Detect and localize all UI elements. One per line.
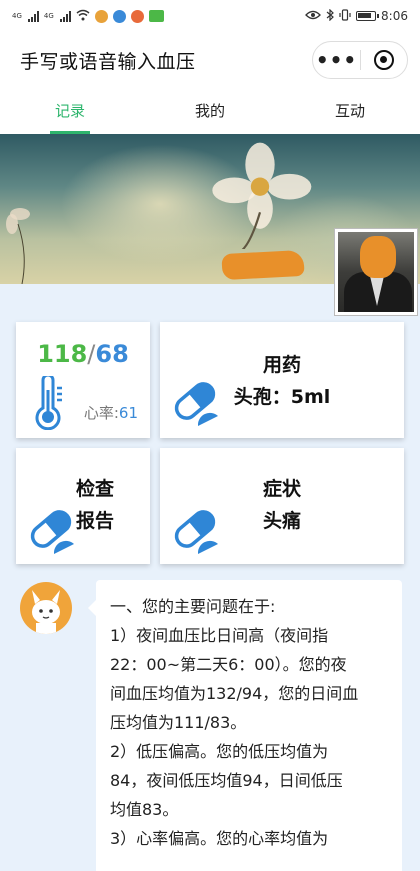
pill-icon bbox=[26, 504, 76, 558]
message-line: 84，夜间低压均值94，日间低压 bbox=[110, 771, 343, 790]
symptom-card[interactable]: 症状 头痛 bbox=[160, 448, 404, 564]
message-line: 均值83。 bbox=[110, 800, 179, 819]
medication-card[interactable]: 用药 头孢：5ml bbox=[160, 322, 404, 438]
message-line: 1）夜间血压比日间高（夜间指 bbox=[110, 626, 329, 645]
bluetooth-icon bbox=[326, 8, 334, 24]
bp-reading: 118/68 bbox=[16, 340, 150, 368]
page-title: 手写或语音输入血压 bbox=[20, 50, 196, 73]
systolic-value: 118 bbox=[37, 340, 88, 368]
vibrate-icon bbox=[339, 8, 351, 24]
message-line: 3）心率偏高。您的心率均值为 bbox=[110, 829, 329, 848]
signal-icon bbox=[27, 10, 39, 22]
user-avatar[interactable] bbox=[334, 228, 418, 316]
nav-bar: 手写或语音输入血压 ••• bbox=[0, 32, 420, 88]
heart-rate-value: 61 bbox=[118, 404, 138, 422]
battery-icon bbox=[356, 11, 380, 21]
message-line: 压均值为111/83。 bbox=[110, 713, 247, 732]
app-notification-icon bbox=[112, 9, 126, 23]
pill-icon bbox=[170, 376, 220, 430]
message-line: 间血压均值为132/94，您的日间血 bbox=[110, 684, 359, 703]
thermometer-icon bbox=[30, 373, 66, 434]
analysis-message-bubble: 一、您的主要问题在于: 1）夜间血压比日间高（夜间指 22：00~第二天6：00… bbox=[88, 580, 402, 871]
tab-mine[interactable]: 我的 bbox=[140, 88, 280, 134]
app-notification-icon bbox=[148, 10, 164, 22]
heart-rate-label: 心率: bbox=[83, 404, 119, 422]
flower-decoration-left bbox=[6, 208, 30, 284]
wifi-icon bbox=[76, 9, 90, 24]
message-line: 22：00~第二天6：00）。您的夜 bbox=[110, 655, 347, 674]
report-card[interactable]: 检查 报告 bbox=[16, 448, 150, 564]
tab-record[interactable]: 记录 bbox=[0, 88, 140, 134]
app-notification-icon bbox=[94, 9, 108, 23]
flower-decoration bbox=[212, 142, 312, 249]
assistant-avatar bbox=[20, 582, 72, 634]
tab-bar: 记录 我的 互动 bbox=[0, 88, 420, 134]
tab-interaction[interactable]: 互动 bbox=[280, 88, 420, 134]
status-bar: 4G 4G 8:06 bbox=[0, 0, 420, 32]
pill-icon bbox=[170, 504, 220, 558]
message-line: 一、您的主要问题在于: bbox=[110, 597, 276, 616]
redaction-mark bbox=[221, 249, 305, 281]
app-notification-icon bbox=[130, 9, 144, 23]
network-type: 4G bbox=[12, 11, 22, 20]
diastolic-value: 68 bbox=[95, 340, 129, 368]
miniapp-capsule: ••• bbox=[312, 41, 408, 79]
network-type-2: 4G bbox=[43, 11, 54, 20]
eye-icon bbox=[305, 9, 321, 23]
symptom-title: 症状 bbox=[262, 478, 301, 500]
message-line: 2）低压偏高。您的低压均值为 bbox=[110, 742, 329, 761]
blood-pressure-card[interactable]: 118/68 心率:61 bbox=[16, 322, 150, 438]
close-target-icon bbox=[373, 50, 394, 70]
heart-rate: 心率:61 bbox=[84, 402, 138, 423]
clock-time: 8:06 bbox=[381, 9, 408, 23]
report-title: 检查 bbox=[75, 478, 114, 500]
signal-icon-2 bbox=[59, 10, 71, 22]
close-miniapp-button[interactable] bbox=[361, 50, 407, 70]
more-menu-button[interactable]: ••• bbox=[313, 50, 360, 70]
